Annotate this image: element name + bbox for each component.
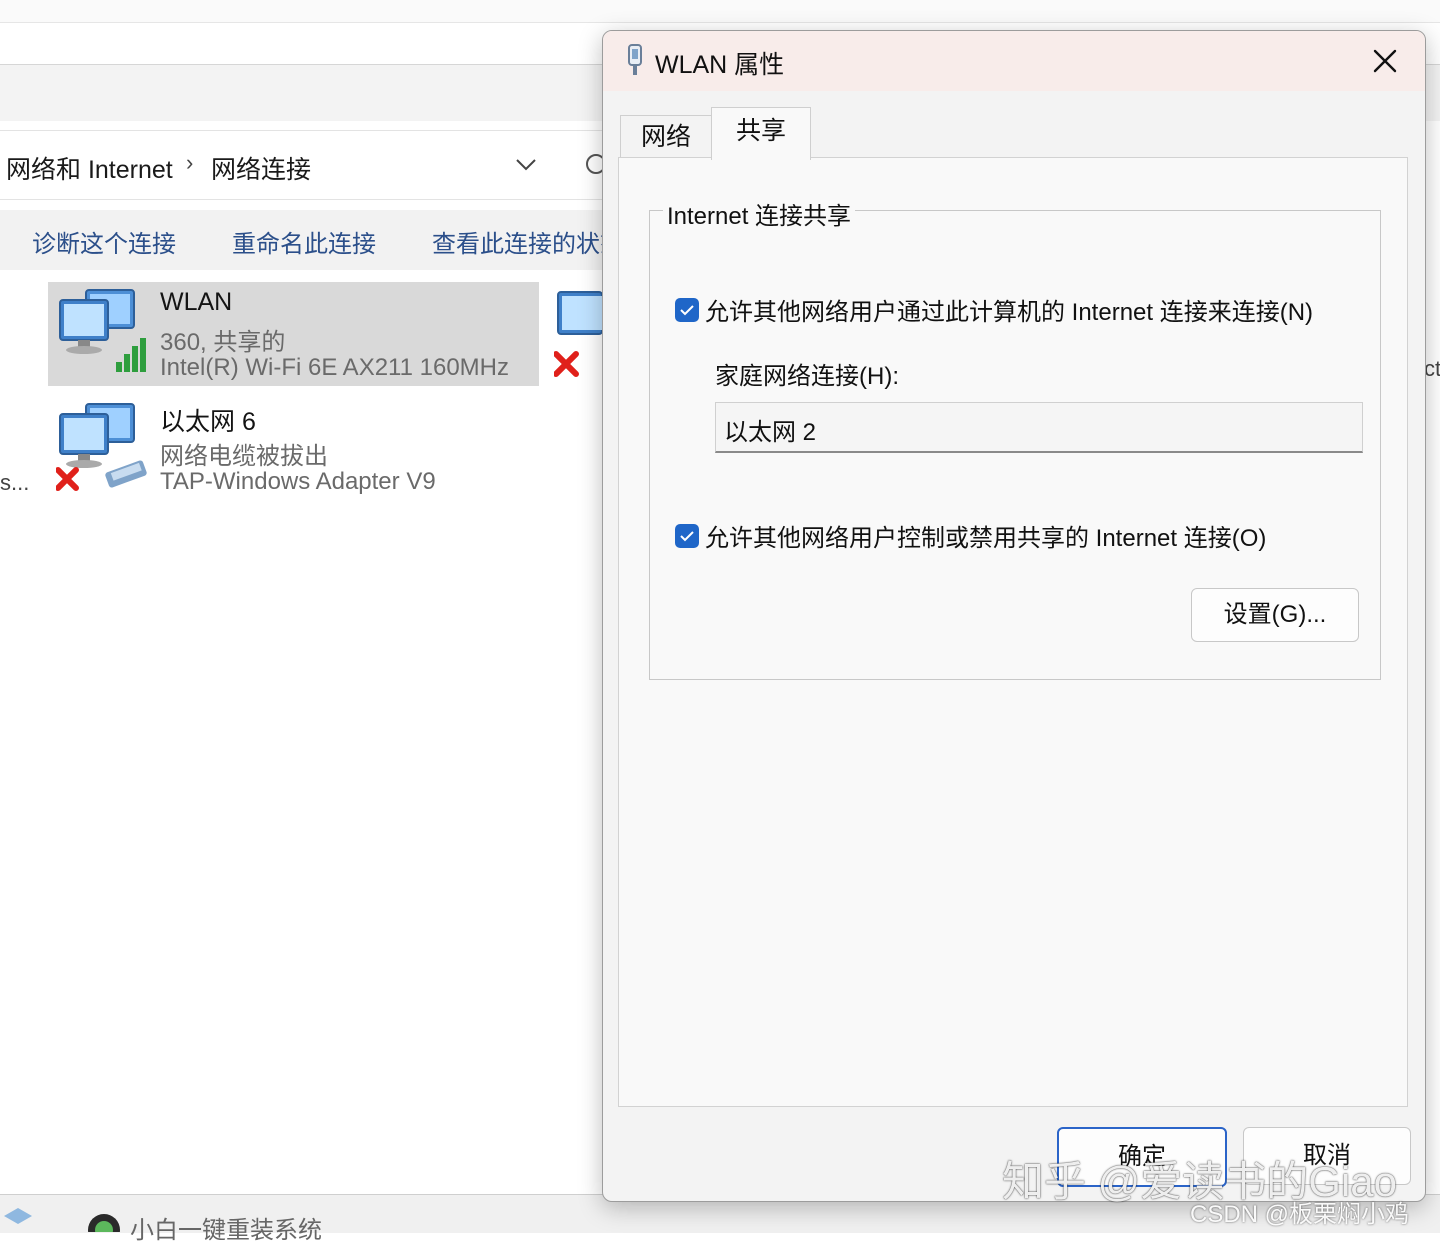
allow-control-label[interactable]: 允许其他网络用户控制或禁用共享的 Internet 连接(O) (705, 518, 1266, 553)
partial-item-text: ct (1424, 356, 1440, 381)
connection-status: 网络电缆被拔出 (160, 443, 328, 470)
partial-network-icon (554, 291, 602, 377)
allow-control-checkbox[interactable] (675, 524, 699, 548)
rename-connection-button[interactable]: 重命名此连接 (232, 224, 376, 259)
home-network-value: 以太网 2 (724, 419, 817, 446)
taskbar-app-icon[interactable] (0, 1202, 44, 1232)
settings-button[interactable]: 设置(G)... (1191, 588, 1359, 642)
breadcrumb-separator: › (186, 150, 194, 175)
allow-connect-checkbox[interactable] (675, 298, 699, 322)
connection-adapter: Intel(R) Wi-Fi 6E AX211 160MHz (160, 354, 509, 381)
connection-name: 以太网 6 (160, 408, 256, 436)
breadcrumb-network-connections[interactable]: 网络连接 (211, 150, 311, 186)
dialog-title: WLAN 属性 (655, 51, 785, 79)
allow-connect-label[interactable]: 允许其他网络用户通过此计算机的 Internet 连接来连接(N) (705, 292, 1313, 327)
diagnose-connection-button[interactable]: 诊断这个连接 (32, 224, 176, 259)
connection-adapter: TAP-Windows Adapter V9 (160, 468, 436, 495)
checkmark-icon (680, 305, 694, 316)
view-connection-status-button[interactable]: 查看此连接的状态 (432, 224, 624, 259)
app-logo-icon[interactable] (86, 1212, 122, 1232)
connection-status: 360, 共享的 (160, 329, 286, 356)
home-network-select[interactable]: 以太网 2 (715, 402, 1363, 453)
csdn-watermark: CSDN @板栗焖小鸡 (1190, 1201, 1410, 1228)
taskbar-app-label[interactable]: 小白一键重装系统 (130, 1210, 322, 1245)
wlan-properties-dialog: WLAN 属性 网络 共享 Internet 连接共享 允许其他网络用户通过此计… (602, 30, 1426, 1202)
chevron-down-icon[interactable] (512, 150, 540, 178)
connection-name: WLAN (160, 288, 233, 316)
connection-item-wlan[interactable]: WLAN 360, 共享的 Intel(R) Wi-Fi 6E AX211 16… (48, 282, 539, 386)
ethernet-disconnected-icon (56, 403, 147, 491)
window-top-strip (0, 0, 1440, 23)
tab-network[interactable]: 网络 (620, 115, 712, 158)
network-adapter-icon (628, 44, 642, 75)
home-network-label: 家庭网络连接(H): (715, 363, 899, 390)
connection-item-ethernet-6[interactable]: 以太网 6 网络电缆被拔出 TAP-Windows Adapter V9 (48, 396, 539, 500)
partial-left-item-text: s... (0, 470, 30, 495)
close-icon[interactable] (1367, 43, 1403, 79)
wireless-network-icon (59, 289, 146, 372)
breadcrumb-network-internet[interactable]: 网络和 Internet (6, 150, 173, 186)
sharing-tab-panel: Internet 连接共享 允许其他网络用户通过此计算机的 Internet 连… (618, 157, 1408, 1107)
ics-group-title: Internet 连接共享 (663, 196, 856, 231)
tab-sharing[interactable]: 共享 (711, 107, 811, 160)
checkmark-icon (680, 531, 694, 542)
